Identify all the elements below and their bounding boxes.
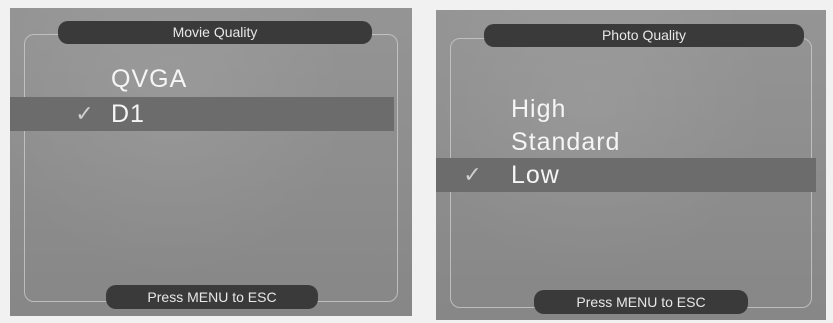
menu-option-standard[interactable]: Standard (436, 125, 816, 159)
photo-quality-screen: Photo Quality High Standard ✓ Low Press … (436, 10, 826, 320)
check-icon: ✓ (75, 101, 95, 126)
movie-quality-screen: Movie Quality QVGA ✓ D1 Press MENU to ES… (10, 8, 412, 316)
menu-option-qvga[interactable]: QVGA (10, 62, 394, 96)
menu-option-label: Standard (511, 128, 621, 156)
menu-option-high[interactable]: High (436, 92, 816, 126)
footer-hint: Press MENU to ESC (106, 285, 318, 309)
menu-option-label: D1 (111, 100, 145, 128)
check-icon: ✓ (463, 162, 483, 187)
menu-title: Photo Quality (484, 24, 804, 47)
menu-title: Movie Quality (58, 21, 372, 44)
menu-option-label: Low (511, 161, 560, 189)
menu-option-low[interactable]: ✓ Low (436, 158, 816, 192)
page: Movie Quality QVGA ✓ D1 Press MENU to ES… (0, 0, 833, 323)
menu-option-d1[interactable]: ✓ D1 (10, 97, 394, 131)
footer-hint: Press MENU to ESC (534, 290, 748, 314)
menu-option-label: QVGA (111, 65, 188, 93)
check-icon (458, 92, 488, 126)
check-icon (70, 62, 100, 96)
menu-option-label: High (511, 95, 567, 123)
check-icon (458, 125, 488, 159)
